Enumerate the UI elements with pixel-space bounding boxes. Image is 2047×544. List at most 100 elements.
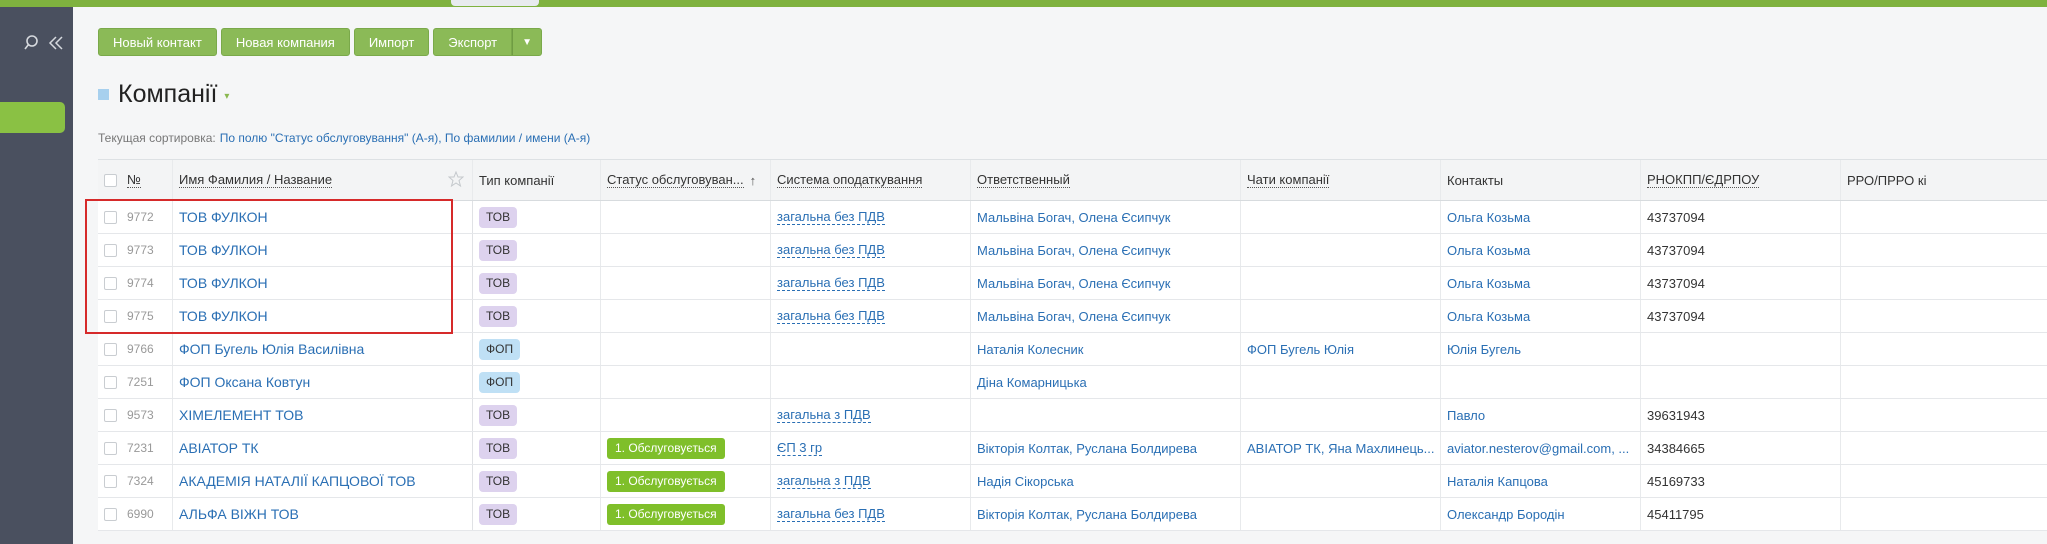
header-contacts[interactable]: Контакты	[1441, 160, 1641, 200]
header-status[interactable]: Статус обслуговуван... ↑	[601, 160, 771, 200]
chat-link[interactable]: ФОП Бугель Юлія	[1247, 342, 1354, 357]
tax-cell[interactable]: загальна без ПДВ	[771, 201, 971, 233]
company-name-cell[interactable]: ФОП Оксана Ковтун	[173, 366, 473, 398]
header-rro[interactable]: РРО/ПРРО кі	[1841, 160, 2047, 200]
contacts-cell[interactable]	[1441, 366, 1641, 398]
tax-system-link[interactable]: загальна без ПДВ	[777, 242, 885, 258]
tax-system-link[interactable]: загальна без ПДВ	[777, 209, 885, 225]
row-checkbox[interactable]	[104, 441, 117, 455]
contacts-cell[interactable]: Наталія Капцова	[1441, 465, 1641, 497]
tax-system-link[interactable]: загальна без ПДВ	[777, 308, 885, 324]
responsible-cell[interactable]: Вікторія Колтак, Руслана Болдирева	[971, 498, 1241, 530]
responsible-cell[interactable]: Мальвіна Богач, Олена Єсипчук	[971, 300, 1241, 332]
company-name-link[interactable]: ТОВ ФУЛКОН	[179, 209, 268, 225]
company-name-cell[interactable]: ФОП Бугель Юлія Василівна	[173, 333, 473, 365]
company-name-cell[interactable]: АЛЬФА ВІЖН ТОВ	[173, 498, 473, 530]
row-checkbox-cell[interactable]	[98, 201, 121, 233]
company-name-link[interactable]: ФОП Бугель Юлія Василівна	[179, 341, 364, 357]
contacts-cell[interactable]: Юлія Бугель	[1441, 333, 1641, 365]
new-company-button[interactable]: Новая компания	[220, 28, 350, 56]
tax-system-link[interactable]: ЄП 3 гр	[777, 440, 823, 456]
row-checkbox-cell[interactable]	[98, 366, 121, 398]
responsible-link[interactable]: Вікторія Колтак, Руслана Болдирева	[977, 507, 1197, 522]
chats-cell[interactable]	[1241, 267, 1441, 299]
contact-link[interactable]: Наталія Капцова	[1447, 474, 1548, 489]
table-row[interactable]: 9773 ТОВ ФУЛКОН ТОВ загальна без ПДВ Мальвін…	[98, 234, 2047, 267]
responsible-link[interactable]: Мальвіна Богач, Олена Єсипчук	[977, 210, 1170, 225]
company-name-cell[interactable]: ТОВ ФУЛКОН	[173, 267, 473, 299]
table-row[interactable]: 6990 АЛЬФА ВІЖН ТОВ ТОВ 1. Обслуговується за…	[98, 498, 2047, 531]
row-checkbox[interactable]	[104, 507, 117, 521]
row-checkbox[interactable]	[104, 408, 117, 422]
table-row[interactable]: 9772 ТОВ ФУЛКОН ТОВ загальна без ПДВ Мальвін…	[98, 201, 2047, 234]
company-name-link[interactable]: ТОВ ФУЛКОН	[179, 242, 268, 258]
tax-cell[interactable]: загальна без ПДВ	[771, 498, 971, 530]
contact-link[interactable]: Юлія Бугель	[1447, 342, 1521, 357]
tax-cell[interactable]: загальна з ПДВ	[771, 465, 971, 497]
row-checkbox-cell[interactable]	[98, 465, 121, 497]
table-row[interactable]: 7231 АВІАТОР ТК ТОВ 1. Обслуговується ЄП 3 г…	[98, 432, 2047, 465]
row-checkbox-cell[interactable]	[98, 300, 121, 332]
table-row[interactable]: 7324 АКАДЕМІЯ НАТАЛІЇ КАПЦОВОЇ ТОВ ТОВ 1. О…	[98, 465, 2047, 498]
table-row[interactable]: 9766 ФОП Бугель Юлія Василівна ФОП Наталія …	[98, 333, 2047, 366]
tax-cell[interactable]: загальна без ПДВ	[771, 267, 971, 299]
contact-link[interactable]: Павло	[1447, 408, 1485, 423]
tax-system-link[interactable]: загальна без ПДВ	[777, 275, 885, 291]
responsible-cell[interactable]: Мальвіна Богач, Олена Єсипчук	[971, 234, 1241, 266]
tax-system-link[interactable]: загальна без ПДВ	[777, 506, 885, 522]
tax-system-link[interactable]: загальна з ПДВ	[777, 473, 871, 489]
responsible-cell[interactable]	[971, 399, 1241, 431]
table-row[interactable]: 9573 ХІМЕЛЕМЕНТ ТОВ ТОВ загальна з ПДВ Павло…	[98, 399, 2047, 432]
chats-cell[interactable]	[1241, 366, 1441, 398]
responsible-cell[interactable]: Мальвіна Богач, Олена Єсипчук	[971, 267, 1241, 299]
company-name-cell[interactable]: АКАДЕМІЯ НАТАЛІЇ КАПЦОВОЇ ТОВ	[173, 465, 473, 497]
header-chats[interactable]: Чати компанії	[1241, 160, 1441, 200]
responsible-cell[interactable]: Наталія Колесник	[971, 333, 1241, 365]
select-all-checkbox[interactable]	[104, 173, 117, 187]
tax-cell[interactable]: загальна без ПДВ	[771, 234, 971, 266]
company-name-cell[interactable]: ТОВ ФУЛКОН	[173, 201, 473, 233]
company-name-link[interactable]: АЛЬФА ВІЖН ТОВ	[179, 506, 299, 522]
export-dropdown-button[interactable]: ▼	[512, 28, 543, 56]
sort-value-link[interactable]: По полю "Статус обслуговування" (А-я), П…	[220, 131, 590, 145]
responsible-cell[interactable]: Мальвіна Богач, Олена Єсипчук	[971, 201, 1241, 233]
contact-link[interactable]: aviator.nesterov@gmail.com, ...	[1447, 441, 1629, 456]
chats-cell[interactable]	[1241, 498, 1441, 530]
contacts-cell[interactable]: Ольга Козьма	[1441, 267, 1641, 299]
responsible-link[interactable]: Мальвіна Богач, Олена Єсипчук	[977, 243, 1170, 258]
import-button[interactable]: Импорт	[353, 28, 430, 56]
table-row[interactable]: 7251 ФОП Оксана Ковтун ФОП Діна Комарницька	[98, 366, 2047, 399]
responsible-link[interactable]: Мальвіна Богач, Олена Єсипчук	[977, 276, 1170, 291]
row-checkbox[interactable]	[104, 309, 117, 323]
header-rnokpp[interactable]: РНОКПП/ЄДРПОУ	[1641, 160, 1841, 200]
row-checkbox-cell[interactable]	[98, 399, 121, 431]
search-icon[interactable]	[24, 34, 42, 52]
row-checkbox-cell[interactable]	[98, 234, 121, 266]
row-checkbox-cell[interactable]	[98, 267, 121, 299]
responsible-cell[interactable]: Надія Сікорська	[971, 465, 1241, 497]
company-name-link[interactable]: ТОВ ФУЛКОН	[179, 275, 268, 291]
contact-link[interactable]: Ольга Козьма	[1447, 210, 1530, 225]
select-all-cell[interactable]	[98, 160, 121, 200]
contacts-cell[interactable]: Ольга Козьма	[1441, 201, 1641, 233]
tax-cell[interactable]: загальна без ПДВ	[771, 300, 971, 332]
responsible-cell[interactable]: Вікторія Колтак, Руслана Болдирева	[971, 432, 1241, 464]
tax-cell[interactable]: загальна з ПДВ	[771, 399, 971, 431]
contact-link[interactable]: Ольга Козьма	[1447, 276, 1530, 291]
contacts-cell[interactable]: Олександр Бородін	[1441, 498, 1641, 530]
header-tax[interactable]: Система оподаткування	[771, 160, 971, 200]
chat-link[interactable]: АВІАТОР ТК, Яна Махлинець...	[1247, 441, 1435, 456]
export-button[interactable]: Экспорт	[433, 28, 513, 56]
star-icon[interactable]	[448, 171, 464, 187]
responsible-link[interactable]: Діна Комарницька	[977, 375, 1087, 390]
row-checkbox[interactable]	[104, 474, 117, 488]
new-contact-button[interactable]: Новый контакт	[98, 28, 217, 56]
company-name-link[interactable]: АВІАТОР ТК	[179, 440, 259, 456]
contacts-cell[interactable]: Ольга Козьма	[1441, 234, 1641, 266]
company-name-cell[interactable]: ТОВ ФУЛКОН	[173, 300, 473, 332]
contact-link[interactable]: Ольга Козьма	[1447, 309, 1530, 324]
company-name-cell[interactable]: АВІАТОР ТК	[173, 432, 473, 464]
company-name-cell[interactable]: ХІМЕЛЕМЕНТ ТОВ	[173, 399, 473, 431]
contact-link[interactable]: Ольга Козьма	[1447, 243, 1530, 258]
tax-system-link[interactable]: загальна з ПДВ	[777, 407, 871, 423]
